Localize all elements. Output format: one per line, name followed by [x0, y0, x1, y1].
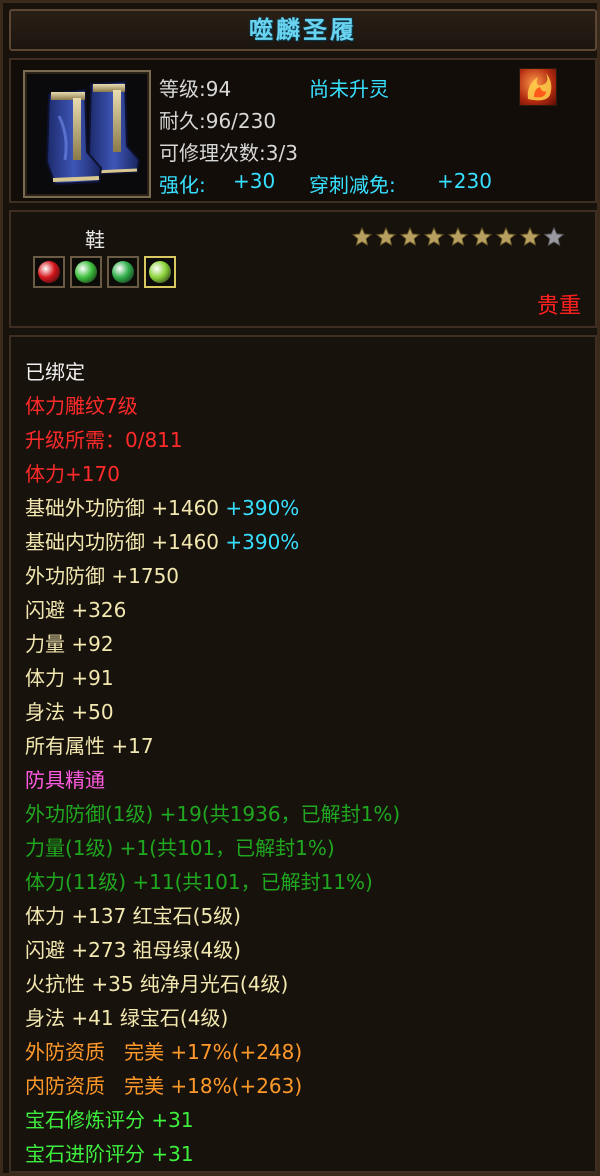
gem-stat-moonstone: 火抗性 +35 纯净月光石(4级)	[25, 972, 289, 996]
base-inner-defense-pct: +390%	[225, 530, 300, 554]
item-type: 鞋	[85, 228, 105, 252]
mastery-stamina: 体力(11级) +11(共101，已解封11%)	[25, 870, 373, 894]
star-filled-icon	[399, 226, 421, 247]
enhance-label: 强化:	[159, 173, 206, 197]
moonlight-gem-icon	[149, 261, 171, 283]
gem-refine-score: 宝石修炼评分 +31	[25, 1108, 194, 1132]
durability-label: 耐久:96/230	[159, 109, 277, 133]
outer-defense-quality: 外防资质 完美 +17%(+248)	[25, 1040, 303, 1064]
gem-stat-ruby: 体力 +137 红宝石(5级)	[25, 904, 241, 928]
strength-stat: 力量 +92	[25, 632, 114, 656]
rarity-label: 贵重	[536, 294, 581, 319]
gem-stat-green-gem: 身法 +41 绿宝石(4级)	[25, 1006, 229, 1030]
mastery-strength: 力量(1级) +1(共101，已解封1%)	[25, 836, 335, 860]
star-filled-icon	[447, 226, 469, 247]
gem-sockets	[33, 256, 176, 288]
upgrade-requirement: 升级所需：0/811	[25, 428, 183, 452]
spirit-status: 尚未升灵	[309, 77, 389, 101]
green-gem-icon	[75, 261, 97, 283]
inner-defense-quality: 内防资质 完美 +18%(+263)	[25, 1074, 303, 1098]
base-inner-defense: 基础内功防御 +1460 +390%	[25, 525, 595, 559]
gem-socket[interactable]	[144, 256, 176, 288]
gem-socket[interactable]	[33, 256, 65, 288]
pierce-reduction-value: +230	[437, 169, 492, 193]
star-filled-icon	[519, 226, 541, 247]
dodge-stat: 闪避 +326	[25, 598, 127, 622]
star-filled-icon	[375, 226, 397, 247]
base-outer-defense-value: 基础外功防御 +1460	[25, 496, 220, 520]
repair-count-label: 可修理次数:3/3	[159, 141, 298, 165]
base-inner-defense-value: 基础内功防御 +1460	[25, 530, 220, 554]
item-tooltip: 噬麟圣履 等级:94 尚未升灵 耐久:96/230 可修理次数:3/3 强化: …	[0, 0, 600, 1176]
level-label: 等级:94	[159, 77, 232, 101]
title-bar: 噬麟圣履	[9, 9, 597, 51]
item-details: 已绑定 体力雕纹7级 升级所需：0/811 体力+170 基础外功防御 +146…	[9, 335, 597, 1173]
item-name: 噬麟圣履	[249, 15, 357, 44]
star-rating	[351, 226, 565, 250]
base-outer-defense-pct: +390%	[225, 496, 300, 520]
engrave-stamina-bonus: 体力+170	[25, 462, 120, 486]
flame-badge-icon[interactable]	[519, 68, 557, 106]
all-attributes-stat: 所有属性 +17	[25, 734, 154, 758]
outer-defense: 外功防御 +1750	[25, 564, 180, 588]
agility-stat: 身法 +50	[25, 700, 114, 724]
star-empty-icon	[543, 226, 565, 247]
base-outer-defense: 基础外功防御 +1460 +390%	[25, 491, 595, 525]
armor-mastery-heading: 防具精通	[25, 768, 105, 792]
enhance-value: +30	[233, 169, 276, 193]
pierce-reduction-label: 穿刺减免:	[309, 173, 396, 197]
star-filled-icon	[423, 226, 445, 247]
bound-status: 已绑定	[25, 360, 85, 384]
star-filled-icon	[471, 226, 493, 247]
gem-socket[interactable]	[107, 256, 139, 288]
jade-gem-icon	[112, 261, 134, 283]
item-slot[interactable]	[23, 70, 151, 198]
mastery-outer-defense: 外功防御(1级) +19(共1936，已解封1%)	[25, 802, 401, 826]
item-header: 等级:94 尚未升灵 耐久:96/230 可修理次数:3/3 强化: +30 穿…	[9, 58, 597, 203]
blue-boots-icon	[29, 76, 145, 192]
gem-socket[interactable]	[70, 256, 102, 288]
gem-advance-score: 宝石进阶评分 +31	[25, 1142, 194, 1166]
item-summary: 鞋 贵重	[9, 210, 597, 328]
star-filled-icon	[495, 226, 517, 247]
star-filled-icon	[351, 226, 373, 247]
engrave-level: 体力雕纹7级	[25, 394, 138, 418]
gem-stat-emerald: 闪避 +273 祖母绿(4级)	[25, 938, 241, 962]
red-gem-icon	[38, 261, 60, 283]
stamina-stat: 体力 +91	[25, 666, 114, 690]
